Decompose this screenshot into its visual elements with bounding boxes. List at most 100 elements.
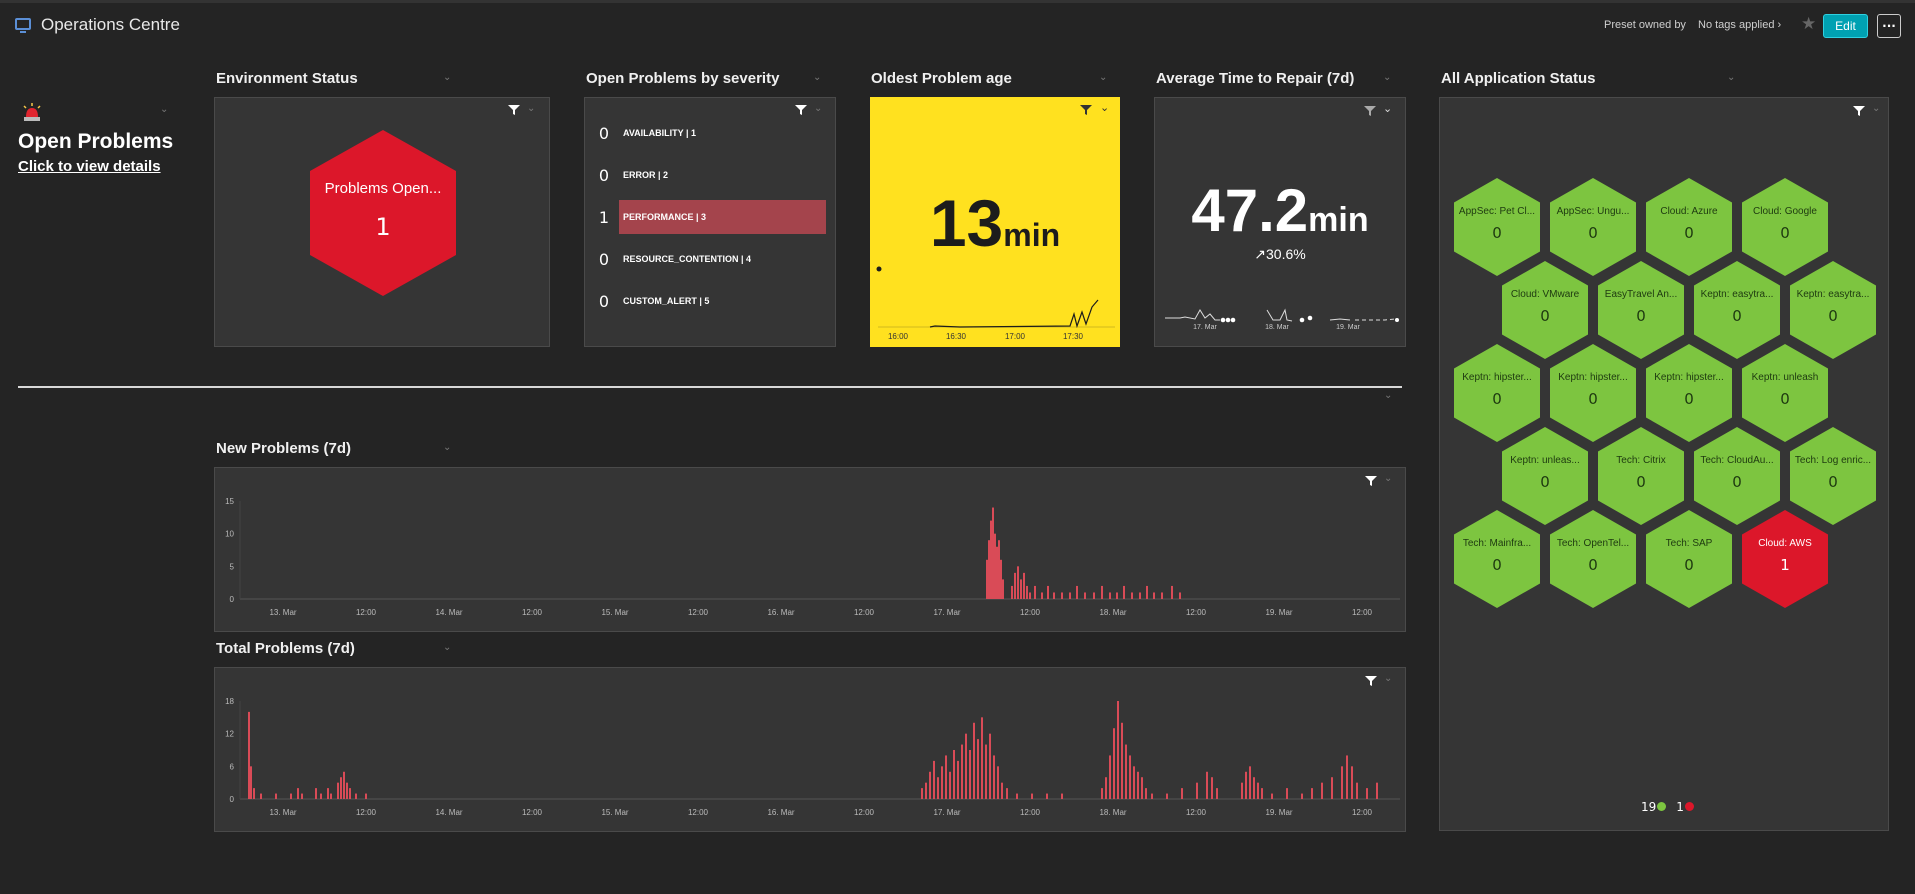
filter-icon[interactable] bbox=[508, 104, 520, 116]
chart-bar bbox=[1206, 771, 1208, 799]
tags-filter[interactable]: No tags applied › bbox=[1698, 19, 1781, 31]
chart-bar bbox=[988, 540, 990, 599]
section-divider bbox=[18, 386, 1402, 388]
x-tick-label: 12:00 bbox=[356, 608, 377, 617]
problems-open-count: 1 bbox=[375, 213, 391, 241]
x-tick-label: 16. Mar bbox=[767, 808, 794, 817]
chart-bar bbox=[1261, 788, 1263, 799]
app-problem-count: 0 bbox=[1540, 307, 1550, 325]
mttr-sparkline: 17. Mar 18. Mar 19. Mar bbox=[1165, 308, 1399, 331]
severity-row[interactable]: 0 ERROR | 2 bbox=[593, 158, 829, 192]
chart-bar bbox=[1271, 793, 1273, 799]
filter-icon[interactable] bbox=[1853, 105, 1865, 117]
filter-icon[interactable] bbox=[1364, 105, 1376, 117]
chart-bar bbox=[933, 760, 935, 799]
tile-menu-chevron-icon[interactable]: ⌄ bbox=[813, 72, 821, 83]
severity-row[interactable]: 0 RESOURCE_CONTENTION | 4 bbox=[593, 242, 829, 276]
chart-bar bbox=[1331, 777, 1333, 799]
severity-row[interactable]: 1 PERFORMANCE | 3 bbox=[593, 200, 829, 234]
severity-count: 0 bbox=[598, 165, 610, 185]
chart-bar bbox=[1179, 592, 1181, 599]
chevron-down-icon[interactable]: ⌄ bbox=[1872, 103, 1880, 114]
more-options-button[interactable]: ··· bbox=[1877, 14, 1901, 38]
chevron-down-icon[interactable]: ⌄ bbox=[1100, 101, 1109, 114]
chart-bar bbox=[1125, 744, 1127, 799]
ok-status-icon bbox=[1657, 802, 1667, 811]
x-tick-label: 12:00 bbox=[1020, 608, 1041, 617]
environment-status-panel: ⌄ Problems Open... 1 bbox=[214, 97, 550, 347]
problem-status-icon bbox=[1684, 802, 1694, 811]
filter-icon[interactable] bbox=[1080, 104, 1092, 116]
chart-bar bbox=[1181, 788, 1183, 799]
app-name-label: Tech: CloudAu... bbox=[1700, 455, 1774, 466]
chart-bar bbox=[337, 782, 339, 799]
chart-bar bbox=[957, 760, 959, 799]
chart-bar bbox=[1069, 592, 1071, 599]
tile-menu-chevron-icon[interactable]: ⌄ bbox=[1727, 72, 1735, 83]
x-tick-label: 15. Mar bbox=[601, 808, 628, 817]
total-problems-chart: 18 12 6 0 13. Mar 12:00 14. Mar 12:00 15. Mar 12:… bbox=[225, 697, 1400, 817]
divider-chevron-icon[interactable]: ⌄ bbox=[1384, 390, 1392, 401]
chart-bar bbox=[1131, 592, 1133, 599]
favorite-star-icon[interactable]: ★ bbox=[1801, 14, 1816, 34]
mttr-value-unit: min bbox=[1308, 201, 1369, 239]
app-name-label: EasyTravel An... bbox=[1604, 289, 1678, 300]
x-tick-label: 12:00 bbox=[1352, 808, 1373, 817]
chart-bar bbox=[981, 717, 983, 799]
chart-bar bbox=[996, 546, 998, 599]
chart-bar bbox=[1117, 701, 1119, 799]
app-problem-count: 0 bbox=[1780, 224, 1790, 242]
chevron-down-icon[interactable]: ⌄ bbox=[814, 103, 822, 114]
tile-menu-chevron-icon[interactable]: ⌄ bbox=[1099, 72, 1107, 83]
chart-bar bbox=[1253, 777, 1255, 799]
tile-menu-chevron-icon[interactable]: ⌄ bbox=[1383, 72, 1391, 83]
chart-bar bbox=[1113, 728, 1115, 799]
x-tick-label: 12:00 bbox=[1352, 608, 1373, 617]
oldest-problem-value: 13min bbox=[870, 185, 1120, 261]
chart-bar bbox=[1046, 793, 1048, 799]
severity-row[interactable]: 0 CUSTOM_ALERT | 5 bbox=[593, 284, 829, 318]
app-name-label: Keptn: hipster... bbox=[1558, 372, 1628, 383]
app-name-label: Keptn: hipster... bbox=[1462, 372, 1532, 383]
new-problems-title: New Problems (7d) bbox=[216, 440, 352, 457]
view-details-link[interactable]: Click to view details bbox=[18, 158, 161, 175]
severity-row[interactable]: 0 AVAILABILITY | 1 bbox=[593, 116, 829, 150]
edit-button[interactable]: Edit bbox=[1823, 14, 1868, 38]
app-name-label: Cloud: Azure bbox=[1660, 206, 1718, 217]
chart-bar bbox=[1061, 592, 1063, 599]
page-title: Operations Centre bbox=[41, 15, 180, 34]
x-tick-label: 14. Mar bbox=[435, 608, 462, 617]
tile-menu-chevron-icon[interactable]: ⌄ bbox=[160, 104, 168, 115]
tile-menu-chevron-icon[interactable]: ⌄ bbox=[443, 72, 451, 83]
tile-menu-chevron-icon[interactable]: ⌄ bbox=[443, 642, 451, 653]
severity-count: 1 bbox=[598, 207, 610, 227]
new-problems-panel: ⌄ 15 10 5 0 13. Mar 12:00 14. Mar 12:00 15. Mar 1… bbox=[214, 467, 1406, 632]
chart-bar bbox=[925, 782, 927, 799]
chart-bar bbox=[1141, 777, 1143, 799]
chart-bar bbox=[1311, 788, 1313, 799]
chart-bar bbox=[1137, 771, 1139, 799]
mttr-title: Average Time to Repair (7d) bbox=[1156, 70, 1355, 87]
chart-bar bbox=[1006, 788, 1008, 799]
tile-menu-chevron-icon[interactable]: ⌄ bbox=[443, 442, 451, 453]
app-name-label: Tech: Log enric... bbox=[1794, 455, 1872, 466]
x-tick-label: 12:00 bbox=[356, 808, 377, 817]
siren-icon bbox=[23, 103, 41, 121]
y-tick-label: 0 bbox=[230, 795, 235, 804]
oldest-problem-title: Oldest Problem age bbox=[871, 70, 1012, 87]
chart-bar bbox=[986, 559, 988, 599]
app-name-label: Tech: OpenTel... bbox=[1556, 538, 1630, 549]
x-tick-label: 12:00 bbox=[1186, 608, 1207, 617]
filter-icon[interactable] bbox=[795, 104, 807, 116]
oldest-tick-label: 17:00 bbox=[1005, 332, 1026, 341]
x-tick-label: 13. Mar bbox=[269, 808, 296, 817]
app-name-label: Keptn: unleas... bbox=[1510, 455, 1580, 466]
chart-bar bbox=[1016, 793, 1018, 799]
new-problems-chart: 15 10 5 0 13. Mar 12:00 14. Mar 12:00 15. Mar 12:… bbox=[225, 497, 1400, 617]
mttr-panel: ⌄ 47.2min ↗30.6% 17. Mar 18. Mar 19. Mar bbox=[1154, 97, 1406, 347]
y-tick-label: 12 bbox=[225, 730, 234, 739]
chevron-down-icon[interactable]: ⌄ bbox=[527, 103, 535, 114]
chevron-down-icon[interactable]: ⌄ bbox=[1383, 102, 1392, 115]
chart-bar bbox=[969, 750, 971, 799]
chart-bar bbox=[961, 744, 963, 799]
